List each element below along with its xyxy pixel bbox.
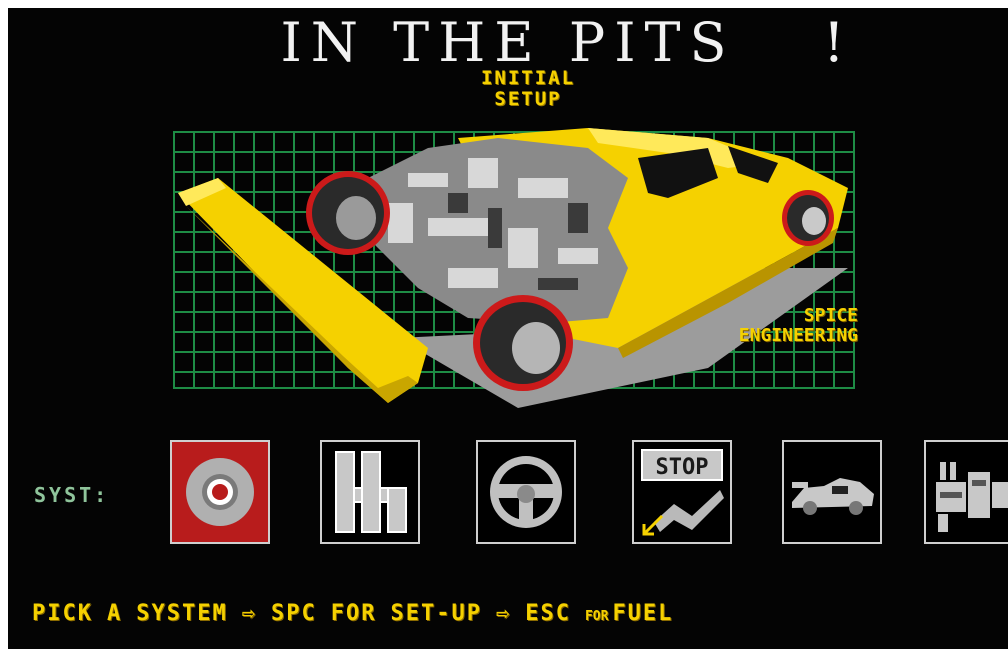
footer-esc: ESC xyxy=(525,601,571,626)
aerodynamics-system-button[interactable] xyxy=(782,440,882,544)
engine-system-button[interactable] xyxy=(924,440,1008,544)
brakes-system-button[interactable] xyxy=(170,440,270,544)
footer-fuel: FUEL xyxy=(612,601,674,626)
stop-sign-text: STOP xyxy=(656,455,709,480)
subtitle-line-1: INITIAL xyxy=(480,67,576,89)
manufacturer-label: SPICE ENGINEERING xyxy=(658,306,858,346)
title-text: IN THE PITS xyxy=(280,11,736,74)
engine-icon xyxy=(936,462,1008,532)
footer-for-1: FOR xyxy=(330,601,377,626)
brand-line-1: SPICE xyxy=(803,305,858,326)
steering-system-button[interactable] xyxy=(476,440,576,544)
systems-label: SYST: xyxy=(34,483,110,507)
footer-setup: SET-UP xyxy=(390,601,482,626)
gearbox-system-button[interactable] xyxy=(320,440,420,544)
arrow-right-icon: ⇨ xyxy=(241,601,257,626)
front-wheel xyxy=(782,190,834,246)
car-cutaway-illustration xyxy=(173,128,855,408)
rear-wheel-right xyxy=(473,295,573,391)
brand-line-2: ENGINEERING xyxy=(738,325,858,346)
pit-stop-sign-icon: STOP xyxy=(641,449,724,536)
footer-pick: PICK xyxy=(32,601,93,626)
gear-shift-icon xyxy=(335,451,407,533)
footer-for-2: FOR xyxy=(584,609,609,624)
setup-subtitle: INITIAL SETUP xyxy=(428,68,628,110)
page-title: IN THE PITS ! xyxy=(8,16,1008,70)
car-profile-icon xyxy=(792,478,874,515)
footer-a: A xyxy=(106,601,123,626)
subtitle-line-2: SETUP xyxy=(494,88,562,110)
title-exclaim: ! xyxy=(823,11,854,74)
instruction-bar: PICK A SYSTEM ⇨ SPC FOR SET-UP ⇨ ESC FOR FUEL xyxy=(32,602,1008,629)
steering-wheel-icon xyxy=(490,456,562,528)
footer-system: SYSTEM xyxy=(136,601,228,626)
rear-wheel-left xyxy=(306,171,390,255)
game-screen: IN THE PITS ! INITIAL SETUP SPICE ENGINE… xyxy=(8,8,1008,649)
arrow-right-icon: ⇨ xyxy=(495,601,512,626)
pit-stop-system-button[interactable]: STOP xyxy=(632,440,732,544)
footer-spc: SPC xyxy=(270,601,317,626)
